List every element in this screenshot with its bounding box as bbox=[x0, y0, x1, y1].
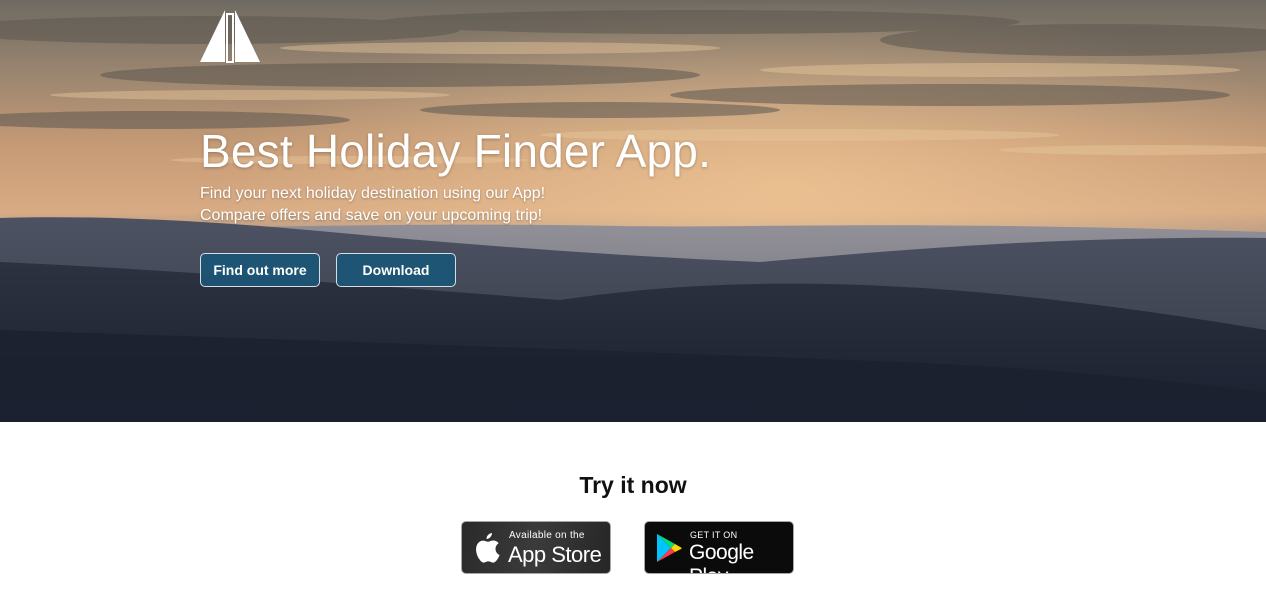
google-play-icon bbox=[657, 534, 682, 562]
apple-icon bbox=[476, 533, 500, 563]
app-store-badge[interactable]: Available on the App Store bbox=[461, 521, 611, 574]
hero-banner: Best Holiday Finder App. Find your next … bbox=[0, 0, 1266, 422]
hero-background-image bbox=[0, 0, 1266, 422]
google-play-big-text: Google Play bbox=[689, 541, 754, 573]
hero-subtitle-line-2: Compare offers and save on your upcoming… bbox=[200, 207, 543, 224]
google-play-badge[interactable]: GET IT ON Google Play bbox=[644, 521, 794, 574]
app-store-small-text: Available on the bbox=[509, 530, 585, 541]
sail-logo-icon[interactable] bbox=[199, 8, 261, 64]
app-store-big-text: App Store bbox=[508, 542, 602, 567]
hero-subtitle-line-1: Find your next holiday destination using… bbox=[200, 185, 546, 202]
download-button[interactable]: Download bbox=[336, 253, 456, 287]
hero-title: Best Holiday Finder App. bbox=[200, 125, 712, 177]
google-play-small-text: GET IT ON bbox=[690, 530, 738, 540]
try-it-now-heading: Try it now bbox=[579, 472, 687, 498]
find-out-more-button[interactable]: Find out more bbox=[200, 253, 320, 287]
